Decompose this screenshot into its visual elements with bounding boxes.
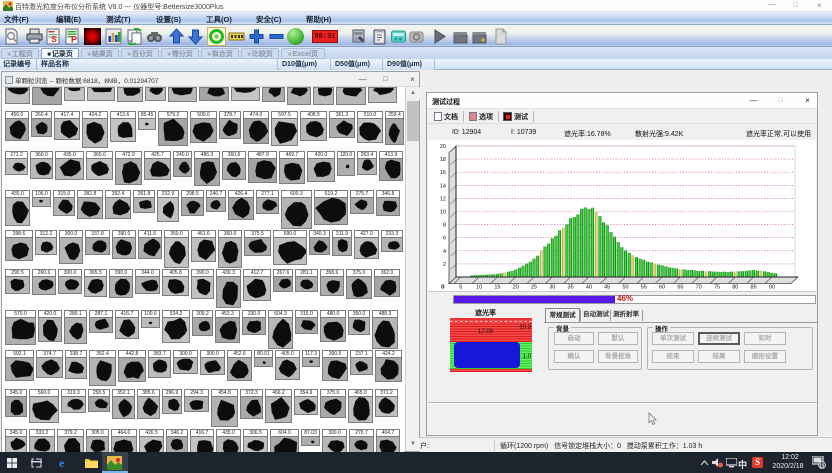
- svg-text:12: 12: [440, 196, 446, 202]
- svg-text:10: 10: [440, 210, 446, 216]
- svg-text:75: 75: [714, 285, 720, 291]
- svg-text:10: 10: [476, 285, 482, 291]
- svg-text:35: 35: [568, 285, 574, 291]
- svg-text:65: 65: [677, 285, 683, 291]
- svg-text:5: 5: [459, 285, 462, 291]
- svg-text:70: 70: [696, 285, 702, 291]
- svg-text:40: 40: [586, 285, 592, 291]
- svg-text:25: 25: [531, 285, 537, 291]
- svg-text:16: 16: [440, 170, 446, 176]
- svg-text:20: 20: [440, 144, 446, 150]
- svg-text:11: 11: [819, 464, 825, 470]
- svg-text:P: P: [71, 35, 77, 45]
- svg-text:0: 0: [441, 285, 444, 291]
- svg-text:90: 90: [769, 285, 775, 291]
- svg-text:S: S: [51, 35, 57, 44]
- svg-text:50: 50: [622, 285, 628, 291]
- svg-text:18: 18: [440, 157, 446, 163]
- svg-text:8: 8: [443, 223, 446, 229]
- svg-text:20: 20: [513, 285, 519, 291]
- svg-text:85: 85: [751, 285, 757, 291]
- svg-text:6: 6: [443, 236, 446, 242]
- svg-text:14: 14: [440, 183, 446, 189]
- svg-text:4: 4: [443, 249, 446, 255]
- svg-text:15: 15: [494, 285, 500, 291]
- svg-text:30: 30: [549, 285, 555, 291]
- svg-text:55: 55: [641, 285, 647, 291]
- svg-text:45: 45: [604, 285, 610, 291]
- svg-text:80: 80: [732, 285, 738, 291]
- svg-text:2: 2: [443, 262, 446, 268]
- svg-text:60: 60: [659, 285, 665, 291]
